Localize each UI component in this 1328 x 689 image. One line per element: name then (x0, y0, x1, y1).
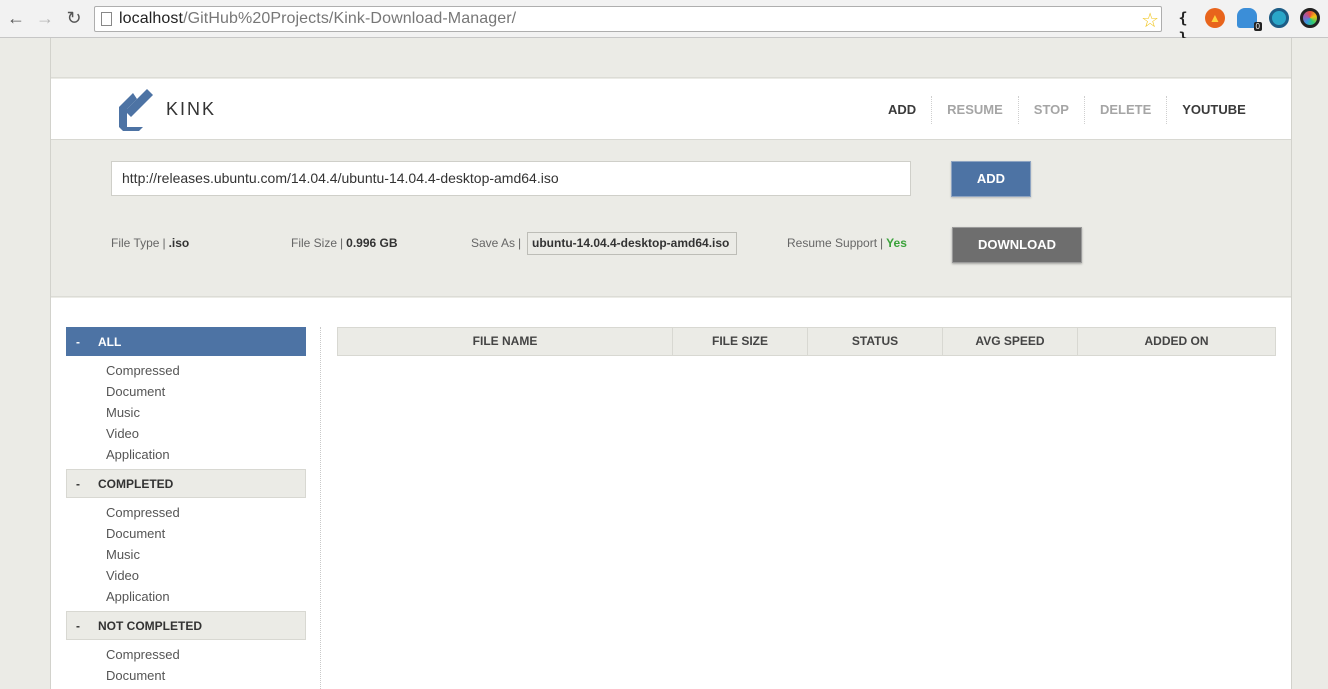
subcategory-document[interactable]: Document (66, 381, 306, 402)
fire-icon[interactable]: ▲ (1205, 8, 1225, 28)
subcategory-compressed[interactable]: Compressed (66, 502, 306, 523)
save-as-input[interactable]: ubuntu-14.04.4-desktop-amd64.iso (527, 232, 737, 255)
url-input[interactable]: http://releases.ubuntu.com/14.04.4/ubunt… (111, 161, 911, 196)
subcategory-video[interactable]: Video (66, 565, 306, 586)
category-sidebar: - ALL Compressed Document Music Video App… (66, 327, 306, 689)
menu-resume[interactable]: RESUME (931, 95, 1018, 124)
file-size-label: File Size (291, 236, 338, 250)
file-type-value: .iso (168, 236, 190, 250)
eye-icon[interactable] (1269, 8, 1289, 28)
top-band (51, 38, 1291, 78)
file-size-info: File Size | 0.996 GB (291, 236, 398, 250)
file-type-info: File Type | .iso (111, 236, 189, 250)
bookmark-star-icon[interactable]: ☆ (1141, 8, 1159, 33)
subcategory-application[interactable]: Application (66, 444, 306, 465)
resume-support-info: Resume Support | Yes (787, 236, 907, 250)
download-button[interactable]: DOWNLOAD (952, 227, 1082, 263)
group-all: - ALL Compressed Document Music Video App… (66, 327, 306, 469)
category-label: ALL (98, 335, 122, 349)
category-label: COMPLETED (98, 477, 174, 491)
resume-support-label: Resume Support (787, 236, 878, 250)
separator: | (880, 236, 884, 250)
column-file-size[interactable]: FILE SIZE (672, 328, 807, 355)
menu-youtube[interactable]: YOUTUBE (1166, 95, 1261, 124)
category-not-completed[interactable]: - NOT COMPLETED (66, 611, 306, 640)
file-type-label: File Type (111, 236, 160, 250)
resume-support-value: Yes (886, 236, 907, 250)
subcategory-compressed[interactable]: Compressed (66, 644, 306, 665)
group-not-completed: - NOT COMPLETED Compressed Document (66, 611, 306, 689)
back-icon[interactable]: ← (6, 8, 26, 28)
menu-add[interactable]: ADD (873, 96, 931, 124)
subcategory-application[interactable]: Application (66, 586, 306, 607)
subcategory-document[interactable]: Document (66, 665, 306, 686)
column-added-on[interactable]: ADDED ON (1077, 328, 1275, 355)
save-as-info: Save As | (471, 236, 524, 250)
category-all[interactable]: - ALL (66, 327, 306, 356)
menu-stop[interactable]: STOP (1017, 95, 1084, 124)
collapse-dash[interactable]: - (76, 328, 98, 356)
file-size-value: 0.996 GB (346, 236, 398, 250)
page: KINK ADD RESUME STOP DELETE YOUTUBE http… (50, 38, 1292, 689)
column-status[interactable]: STATUS (807, 328, 942, 355)
main-menu: ADD RESUME STOP DELETE YOUTUBE (873, 79, 1261, 140)
disc-icon[interactable] (1300, 8, 1320, 28)
subcategory-music[interactable]: Music (66, 402, 306, 423)
downloads-content: - ALL Compressed Document Music Video App… (51, 298, 1291, 689)
downloads-table-header: FILE NAME FILE SIZE STATUS AVG SPEED ADD… (337, 327, 1276, 356)
group-completed: - COMPLETED Compressed Document Music Vid… (66, 469, 306, 611)
separator: | (162, 236, 166, 250)
url-host: localhost (119, 10, 184, 27)
separator: | (340, 236, 344, 250)
reload-icon[interactable]: ↻ (64, 8, 84, 28)
subcategory-music[interactable]: Music (66, 544, 306, 565)
forward-icon[interactable]: → (35, 8, 55, 28)
ghost-icon[interactable]: 0 (1237, 8, 1262, 31)
url-path: /GitHub%20Projects/Kink-Download-Manager… (183, 10, 517, 27)
page-icon (101, 12, 112, 26)
address-url[interactable]: localhost/GitHub%20Projects/Kink-Downloa… (119, 10, 516, 28)
ghost-badge: 0 (1253, 22, 1262, 31)
category-label: NOT COMPLETED (98, 619, 202, 633)
logo-text[interactable]: KINK (166, 99, 216, 120)
subcategory-document[interactable]: Document (66, 523, 306, 544)
menu-delete[interactable]: DELETE (1083, 95, 1166, 124)
subcategory-compressed[interactable]: Compressed (66, 360, 306, 381)
collapse-dash[interactable]: - (76, 612, 98, 640)
braces-icon[interactable]: { } (1173, 8, 1193, 47)
collapse-dash[interactable]: - (76, 470, 98, 498)
column-file-name[interactable]: FILE NAME (338, 328, 672, 355)
address-bar[interactable]: localhost/GitHub%20Projects/Kink-Downloa… (94, 6, 1162, 32)
add-button[interactable]: ADD (951, 161, 1031, 197)
app-header: KINK ADD RESUME STOP DELETE YOUTUBE (51, 79, 1291, 140)
category-completed[interactable]: - COMPLETED (66, 469, 306, 498)
separator: | (518, 236, 522, 250)
subcategory-video[interactable]: Video (66, 423, 306, 444)
add-download-form: http://releases.ubuntu.com/14.04.4/ubunt… (51, 141, 1291, 297)
sidebar-divider (320, 327, 321, 689)
kink-logo-icon[interactable] (117, 87, 155, 131)
column-avg-speed[interactable]: AVG SPEED (942, 328, 1077, 355)
save-as-label: Save As (471, 236, 516, 250)
browser-toolbar: ← → ↻ localhost/GitHub%20Projects/Kink-D… (0, 0, 1328, 47)
